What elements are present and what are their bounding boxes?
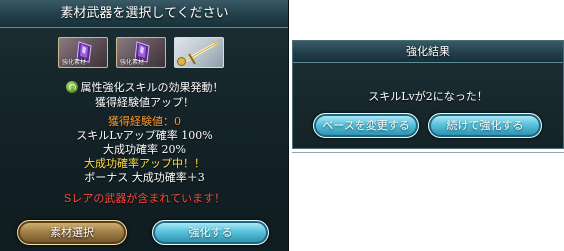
srare-warning: Sレアの武器が含まれています！ (63, 192, 226, 205)
enhance-result-dialog: 強化結果 スキルLvが2になった！ ベースを変更する 続けて強化する (292, 40, 564, 149)
material-slot-3[interactable] (174, 37, 224, 68)
skill-effect-text: 属性強化スキルの効果発動！ (80, 81, 224, 94)
panel-title: 素材武器を選択してください (0, 0, 288, 28)
dialog-title: 強化結果 (293, 41, 563, 63)
material-select-panel: 素材武器を選択してください 強化素材 強化素材 属性強化スキルの効果発動！ 獲得… (0, 0, 289, 251)
great-success-rate: 大成功確率 20% (103, 143, 186, 156)
continue-enhance-button[interactable]: 続けて強化する (428, 113, 542, 138)
skill-lv-up-rate: スキルLvアップ確率 100% (76, 129, 213, 142)
material-slot-1[interactable]: 強化素材 (58, 37, 108, 68)
result-message: スキルLvが2になった！ (368, 90, 488, 103)
skill-bulb-icon (65, 81, 78, 93)
rarity-badge-icon (177, 57, 186, 66)
great-success-up-text: 大成功確率アップ中！！ (84, 157, 205, 170)
material-slot-2[interactable]: 強化素材 (116, 37, 166, 68)
slot-label: 強化素材 (120, 59, 145, 66)
bonus-rate: ボーナス 大成功確率＋3 (84, 171, 205, 184)
change-base-button[interactable]: ベースを変更する (313, 113, 419, 138)
exp-up-text: 獲得経験値アップ！ (95, 96, 194, 109)
exp-value-text: 獲得経験値：0 (108, 115, 181, 128)
enhance-button[interactable]: 強化する (152, 220, 269, 245)
slot-label: 強化素材 (62, 59, 87, 66)
skill-effect-message: 属性強化スキルの効果発動！ (0, 81, 288, 95)
divider (292, 152, 564, 153)
select-material-button[interactable]: 素材選択 (17, 220, 127, 245)
